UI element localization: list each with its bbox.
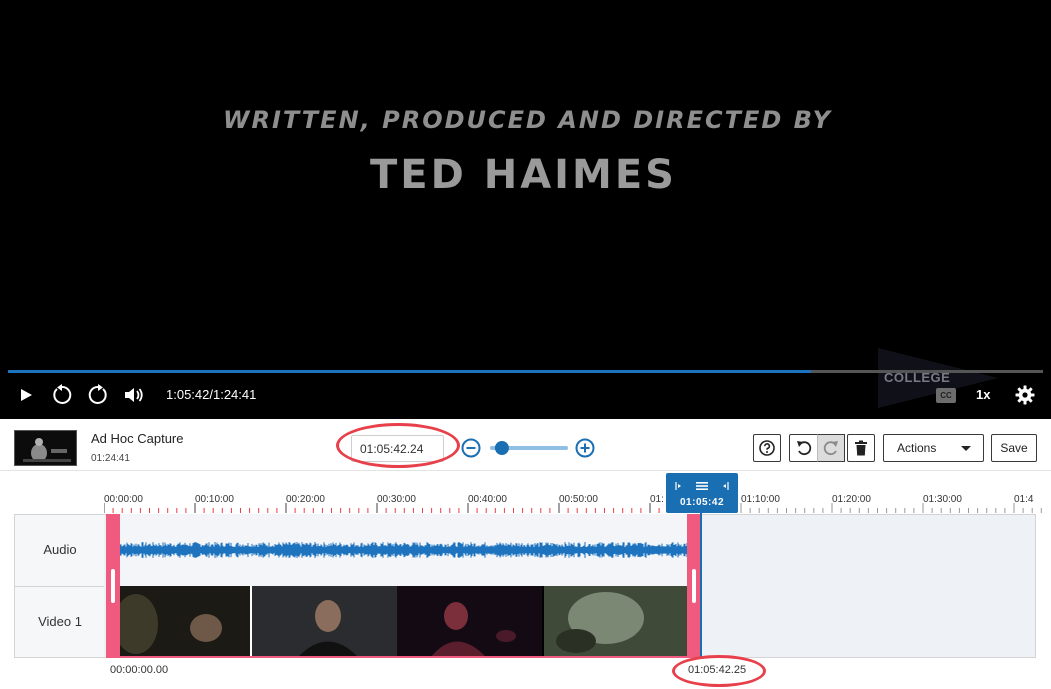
ruler-tick-label: 00:40:00 xyxy=(468,494,507,505)
ruler-tick-label: 01:10:00 xyxy=(741,494,780,505)
ruler-tick-label: 01:20:00 xyxy=(832,494,871,505)
playhead-line[interactable] xyxy=(700,513,702,657)
selection-handle-start[interactable] xyxy=(106,514,120,657)
redo-button[interactable] xyxy=(817,434,845,462)
time-readout: 1:05:42/1:24:41 xyxy=(166,387,257,402)
selection-end-time: 01:05:42.25 xyxy=(688,664,747,676)
ruler-tick-label: 01:30:00 xyxy=(923,494,962,505)
playhead-marker[interactable]: 01:05:42 xyxy=(666,473,738,513)
play-icon xyxy=(21,389,32,401)
seek-bar[interactable] xyxy=(8,370,1043,373)
grip-icon xyxy=(692,569,696,603)
playback-speed-button[interactable]: 1x xyxy=(976,387,990,402)
menu-icon xyxy=(696,482,708,490)
actions-label: Actions xyxy=(897,441,937,455)
zoom-slider[interactable] xyxy=(490,439,568,457)
ruler-tick-label: 01:4 xyxy=(1014,494,1034,505)
help-button[interactable] xyxy=(753,434,781,462)
rewind-icon xyxy=(53,384,72,404)
current-time-input[interactable] xyxy=(351,435,444,462)
zoom-in-icon[interactable] xyxy=(575,438,595,458)
capture-title: Ad Hoc Capture xyxy=(91,431,184,446)
video-player[interactable]: WRITTEN, PRODUCED AND DIRECTED BY TED HA… xyxy=(0,0,1051,419)
ruler-tick-label: 00:20:00 xyxy=(286,494,325,505)
playhead-time: 01:05:42 xyxy=(679,497,725,508)
selection-start-time: 00:00:00.00 xyxy=(110,664,169,676)
forward-button[interactable] xyxy=(86,384,110,406)
playhead-controls xyxy=(675,482,729,490)
undo-icon xyxy=(796,441,811,456)
audio-waveform[interactable] xyxy=(106,514,698,586)
seek-bar-progress xyxy=(8,370,812,373)
timeline-ruler[interactable]: 00:00:00 00:10:00 00:20:00 00:30:00 00:40:00… xyxy=(104,491,1044,513)
credit-line-directed-by: WRITTEN, PRODUCED AND DIRECTED BY xyxy=(223,106,832,134)
editor-header: Ad Hoc Capture 01:24:41 01:05:42.24 Acti… xyxy=(0,419,1051,471)
caret-down-icon xyxy=(961,446,971,451)
ruler-tick-label: 00:30:00 xyxy=(377,494,416,505)
track-divider xyxy=(15,586,105,587)
settings-button[interactable] xyxy=(1014,384,1036,406)
credit-line-name: TED HAIMES xyxy=(370,152,677,198)
volume-icon xyxy=(125,388,143,402)
closed-captions-button[interactable]: CC xyxy=(936,388,956,403)
help-icon xyxy=(759,440,775,456)
timeline: 00:00:00 00:10:00 00:20:00 00:30:00 00:40:00… xyxy=(0,471,1051,689)
fast-forward-icon xyxy=(88,384,107,404)
grip-icon xyxy=(111,569,115,603)
capture-thumbnail xyxy=(14,430,77,466)
rewind-button[interactable] xyxy=(50,384,74,406)
save-button[interactable]: Save xyxy=(991,434,1037,462)
redo-icon xyxy=(823,441,838,456)
ruler-tick-label: 00:50:00 xyxy=(559,494,598,505)
track-label-audio: Audio xyxy=(43,542,77,557)
zoom-slider-thumb[interactable] xyxy=(494,441,509,455)
ruler-tick-label: 00:10:00 xyxy=(195,494,234,505)
ruler-tick-label: 00:00:00 xyxy=(104,494,143,505)
gear-icon xyxy=(1015,385,1035,405)
selection-handle-end[interactable] xyxy=(687,514,700,657)
track-label-video: Video 1 xyxy=(38,614,82,629)
selection-bottom-border xyxy=(106,656,700,658)
track-labels: Audio Video 1 xyxy=(14,514,105,658)
video-filmstrip[interactable] xyxy=(106,586,698,657)
actions-dropdown[interactable]: Actions xyxy=(883,434,984,462)
capture-duration: 01:24:41 xyxy=(91,453,130,464)
volume-button[interactable] xyxy=(122,384,146,406)
undo-button[interactable] xyxy=(789,434,817,462)
delete-button[interactable] xyxy=(847,434,875,462)
play-button[interactable] xyxy=(16,384,36,406)
ruler-tick-label: 01: xyxy=(650,494,664,505)
waveform-path xyxy=(119,542,688,558)
trash-icon xyxy=(855,440,867,456)
zoom-out-icon[interactable] xyxy=(461,438,481,458)
filmstrip-frames xyxy=(106,586,698,657)
set-in-point-icon xyxy=(675,482,681,490)
set-out-point-icon xyxy=(723,482,729,490)
